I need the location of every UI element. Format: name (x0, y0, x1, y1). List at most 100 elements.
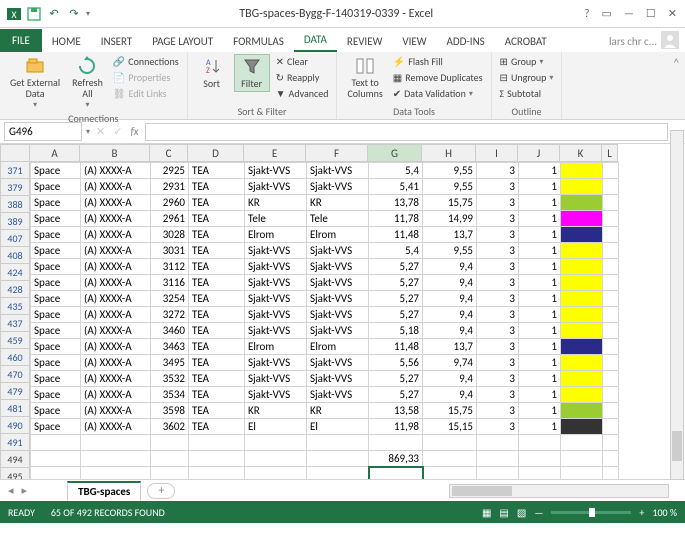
cell[interactable]: (A) XXXX-A (81, 371, 151, 387)
cell[interactable]: Sjakt-VVS (307, 243, 369, 259)
cell[interactable]: 3495 (151, 355, 189, 371)
cell[interactable]: 3 (477, 403, 519, 419)
cell[interactable] (603, 307, 619, 323)
cell[interactable] (603, 211, 619, 227)
cell[interactable]: 9,4 (423, 323, 477, 339)
cell[interactable] (519, 467, 561, 480)
cell[interactable] (561, 307, 603, 323)
cell[interactable]: 3602 (151, 419, 189, 435)
cell[interactable]: (A) XXXX-A (81, 307, 151, 323)
cell[interactable] (561, 339, 603, 355)
cell[interactable]: 3598 (151, 403, 189, 419)
cell[interactable]: 11,48 (369, 227, 423, 243)
cell[interactable] (151, 451, 189, 467)
cell[interactable]: 13,7 (423, 339, 477, 355)
refresh-all-button[interactable]: Refresh All▾ (68, 54, 107, 112)
cell[interactable]: Space (31, 291, 81, 307)
cell[interactable]: 15,75 (423, 195, 477, 211)
cell[interactable] (561, 259, 603, 275)
cell[interactable]: 1 (519, 307, 561, 323)
cell[interactable]: 3 (477, 371, 519, 387)
cell[interactable] (561, 275, 603, 291)
cell[interactable] (603, 195, 619, 211)
cell[interactable] (561, 163, 603, 179)
cell[interactable]: 3 (477, 243, 519, 259)
zoom-level[interactable]: 100 % (652, 506, 677, 519)
cell[interactable]: Sjakt-VVS (307, 371, 369, 387)
cell[interactable] (603, 355, 619, 371)
filter-button[interactable]: Filter (234, 54, 270, 92)
cell[interactable]: TEA (189, 243, 245, 259)
sheet-nav-prev-icon[interactable]: ◂ (0, 484, 22, 497)
cell[interactable]: El (307, 419, 369, 435)
cell[interactable] (423, 435, 477, 451)
cell[interactable]: TEA (189, 227, 245, 243)
cell[interactable] (603, 371, 619, 387)
cell[interactable]: (A) XXXX-A (81, 195, 151, 211)
cell[interactable] (423, 467, 477, 480)
cell[interactable]: 11,78 (369, 211, 423, 227)
cell[interactable]: 3272 (151, 307, 189, 323)
connections-button[interactable]: 🔗Connections (111, 54, 181, 69)
cell[interactable]: 11,48 (369, 339, 423, 355)
cell[interactable]: 9,4 (423, 259, 477, 275)
cell[interactable]: (A) XXXX-A (81, 227, 151, 243)
cell[interactable]: 3 (477, 163, 519, 179)
ungroup-button[interactable]: ⊟Ungroup ▾ (498, 70, 556, 85)
cell[interactable]: 9,55 (423, 163, 477, 179)
tab-insert[interactable]: INSERT (91, 31, 143, 52)
cell[interactable]: 15,15 (423, 419, 477, 435)
row-header[interactable]: 437 (0, 315, 30, 332)
cell[interactable]: Space (31, 179, 81, 195)
cell[interactable]: TEA (189, 355, 245, 371)
cell[interactable]: 5,18 (369, 323, 423, 339)
row-header[interactable]: 490 (0, 417, 30, 434)
cell[interactable]: TEA (189, 179, 245, 195)
cell[interactable] (561, 435, 603, 451)
cell[interactable]: 1 (519, 227, 561, 243)
cell[interactable]: Sjakt-VVS (245, 323, 307, 339)
tab-formulas[interactable]: FORMULAS (223, 31, 294, 52)
cell[interactable] (561, 227, 603, 243)
cell[interactable]: Sjakt-VVS (245, 163, 307, 179)
cell[interactable]: 3028 (151, 227, 189, 243)
cell[interactable]: Space (31, 387, 81, 403)
cell[interactable]: Sjakt-VVS (245, 179, 307, 195)
cell[interactable]: 3534 (151, 387, 189, 403)
row-header[interactable]: 407 (0, 230, 30, 247)
zoom-slider[interactable] (551, 511, 631, 514)
cell[interactable]: Space (31, 339, 81, 355)
cell[interactable]: 2931 (151, 179, 189, 195)
cell[interactable] (477, 451, 519, 467)
cell[interactable]: TEA (189, 323, 245, 339)
cell[interactable]: 1 (519, 291, 561, 307)
cell[interactable]: TEA (189, 371, 245, 387)
cell[interactable]: Space (31, 323, 81, 339)
cell[interactable] (307, 451, 369, 467)
collapse-ribbon-icon[interactable]: ^ (668, 52, 685, 119)
undo-icon[interactable]: ↶ (46, 6, 62, 22)
cell[interactable] (561, 371, 603, 387)
cell[interactable]: (A) XXXX-A (81, 163, 151, 179)
cell[interactable] (369, 467, 423, 480)
cell[interactable] (561, 323, 603, 339)
cell[interactable]: 5,4 (369, 243, 423, 259)
cell[interactable]: 3 (477, 307, 519, 323)
cell[interactable]: Sjakt-VVS (245, 259, 307, 275)
cell[interactable]: 3116 (151, 275, 189, 291)
cell[interactable]: (A) XXXX-A (81, 211, 151, 227)
cell[interactable]: Sjakt-VVS (307, 355, 369, 371)
cell[interactable]: 3532 (151, 371, 189, 387)
cell[interactable] (603, 163, 619, 179)
cell[interactable] (561, 387, 603, 403)
cell[interactable]: 5,4 (369, 163, 423, 179)
cell[interactable]: El (245, 419, 307, 435)
row-header[interactable]: 470 (0, 366, 30, 383)
cell[interactable]: 3 (477, 323, 519, 339)
cell[interactable]: TEA (189, 307, 245, 323)
cell[interactable]: 9,55 (423, 179, 477, 195)
tab-view[interactable]: VIEW (392, 31, 436, 52)
cell[interactable]: Space (31, 227, 81, 243)
row-header[interactable]: 491 (0, 434, 30, 451)
cell[interactable]: Sjakt-VVS (307, 323, 369, 339)
